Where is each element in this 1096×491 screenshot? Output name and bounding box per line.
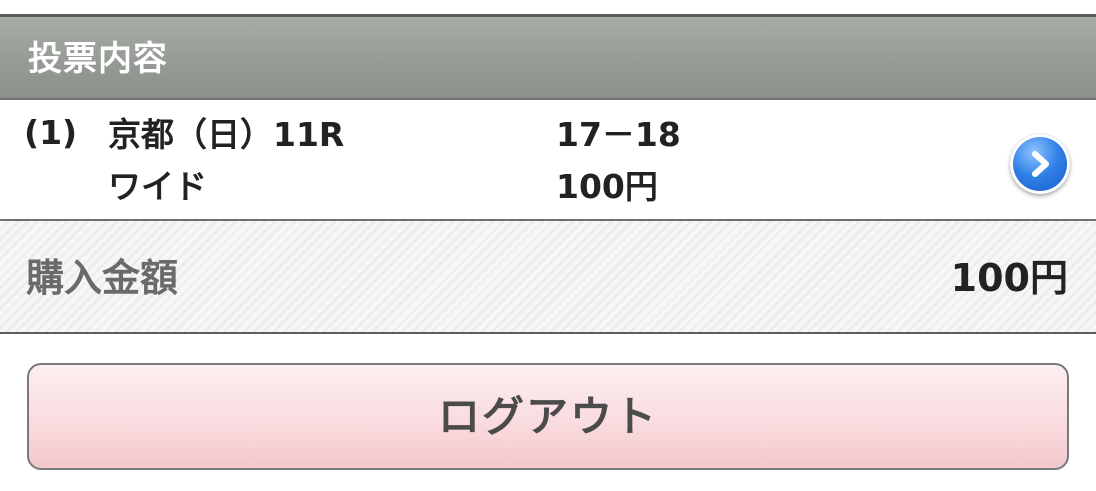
- bet-index: (1): [24, 113, 78, 152]
- total-row: 購入金額 100円: [0, 221, 1096, 334]
- total-label: 購入金額: [26, 256, 179, 300]
- bet-list-item[interactable]: (1) 京都（日）11R ワイド 17－18 100円: [0, 100, 1096, 221]
- section-header: 投票内容: [0, 17, 1096, 100]
- bet-confirmation-screen: 投票内容 (1) 京都（日）11R ワイド 17－18 100円 購入金額 10…: [0, 0, 1096, 491]
- logout-button-label: ログアウト: [437, 392, 658, 441]
- total-amount: 100円: [950, 256, 1068, 300]
- chevron-right-glyph: [1032, 151, 1049, 177]
- bet-type: ワイド: [108, 167, 207, 206]
- logout-button[interactable]: ログアウト: [27, 363, 1069, 470]
- race-name: 京都（日）11R: [108, 115, 345, 154]
- bet-amount: 100円: [556, 167, 658, 206]
- section-title: 投票内容: [28, 39, 168, 79]
- chevron-right-icon[interactable]: [1010, 134, 1070, 194]
- bet-combination: 17－18: [556, 115, 681, 154]
